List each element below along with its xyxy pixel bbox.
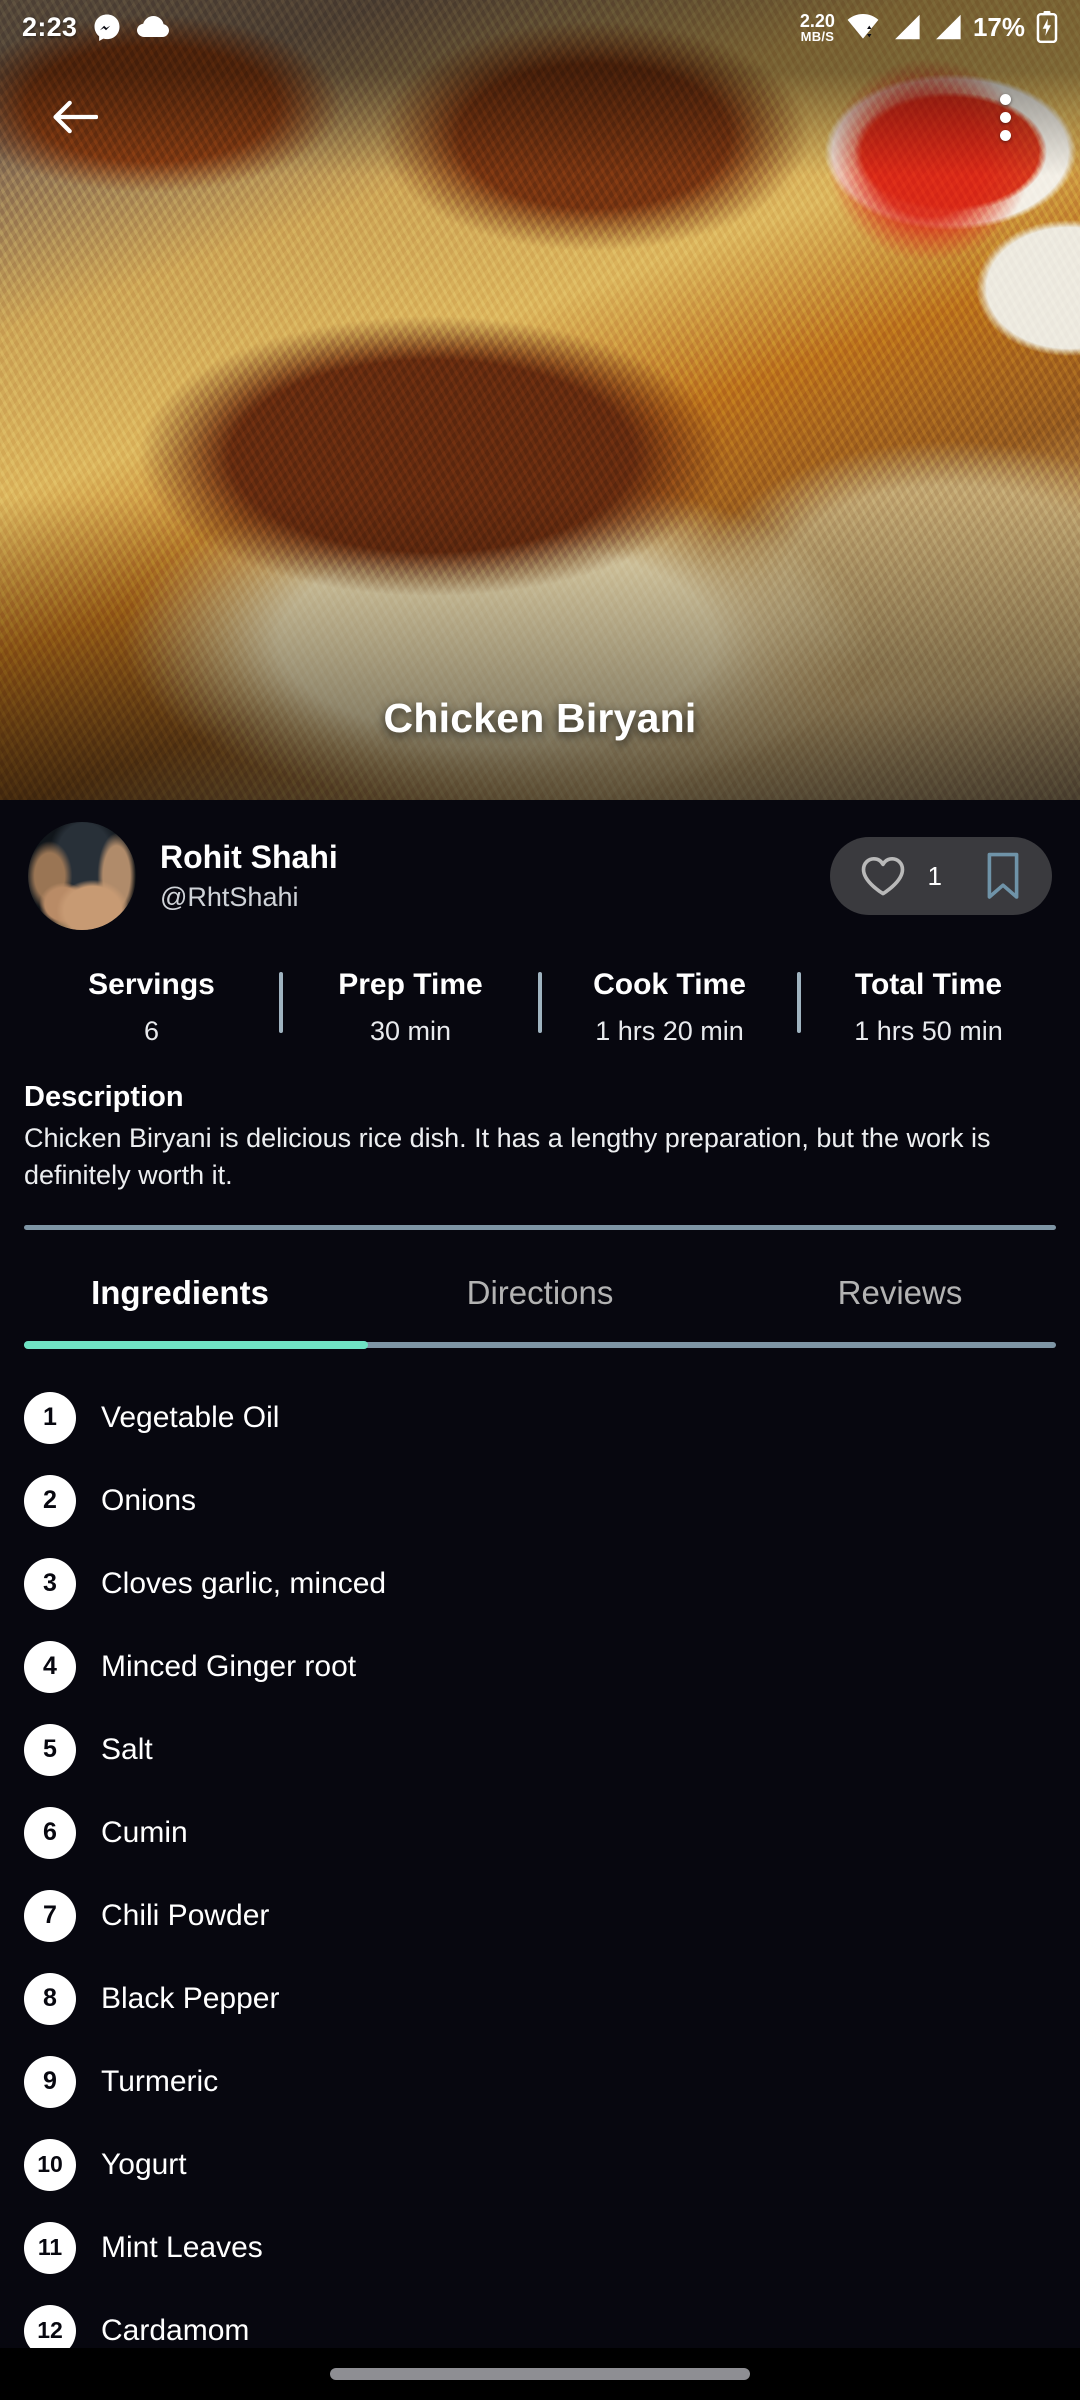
more-vertical-icon xyxy=(999,129,1011,141)
stat-value: 6 xyxy=(143,1016,160,1046)
ingredient-number: 7 xyxy=(24,1889,76,1942)
ingredient-name: Mint Leaves xyxy=(101,2230,263,2264)
ingredient-number: 4 xyxy=(24,1640,76,1693)
ingredient-name: Yogurt xyxy=(101,2147,187,2181)
author-meta: Rohit Shahi @RhtShahi xyxy=(160,839,338,913)
ingredient-number: 1 xyxy=(24,1391,76,1444)
ingredient-number: 6 xyxy=(24,1806,76,1859)
bookmark-outline-icon xyxy=(987,852,1019,899)
ingredient-name: Chili Powder xyxy=(101,1898,270,1932)
tab-bar: Ingredients Directions Reviews xyxy=(0,1238,1080,1342)
list-item[interactable]: 4 Minced Ginger root xyxy=(24,1625,1056,1708)
ingredient-name: Onions xyxy=(101,1483,197,1517)
ingredient-number: 5 xyxy=(24,1723,76,1776)
avatar[interactable] xyxy=(28,822,136,930)
tab-label: Ingredients xyxy=(91,1274,269,1312)
ingredient-name: Salt xyxy=(101,1732,153,1766)
description-heading: Description xyxy=(24,1081,184,1113)
status-bar: 2:23 2.20 MB/S 17% xyxy=(0,0,1080,54)
description-section: Description Chicken Biryani is delicious… xyxy=(0,1047,1080,1193)
recipe-content: Rohit Shahi @RhtShahi 1 Servings 6 Prep … xyxy=(0,800,1080,2357)
ingredient-name: Cardamom xyxy=(101,2313,250,2347)
list-item[interactable]: 2 Onions xyxy=(24,1459,1056,1542)
list-item[interactable]: 6 Cumin xyxy=(24,1791,1056,1874)
status-bar-right: 2.20 MB/S 17% xyxy=(800,11,1058,43)
list-item[interactable]: 9 Turmeric xyxy=(24,2040,1056,2123)
tab-ingredients[interactable]: Ingredients xyxy=(0,1238,360,1342)
tab-reviews[interactable]: Reviews xyxy=(720,1238,1080,1342)
ingredient-name: Cumin xyxy=(101,1815,188,1849)
list-item[interactable]: 3 Cloves garlic, minced xyxy=(24,1542,1056,1625)
ingredient-number: 10 xyxy=(24,2138,76,2191)
ingredient-number: 2 xyxy=(24,1474,76,1527)
description-body: Chicken Biryani is delicious rice dish. … xyxy=(24,1123,991,1190)
app-bar xyxy=(0,62,1080,172)
stat-servings: Servings 6 xyxy=(24,968,279,1047)
like-button[interactable]: 1 xyxy=(860,855,942,897)
recipe-detail-screen: Chicken Biryani 2:23 2.20 MB/S 17% Rohit… xyxy=(0,0,1080,2400)
stat-value: 1 hrs 20 min xyxy=(595,1016,744,1046)
stat-cook-time: Cook Time 1 hrs 20 min xyxy=(542,968,797,1047)
section-divider xyxy=(24,1225,1056,1231)
stat-prep-time: Prep Time 30 min xyxy=(283,968,538,1047)
ingredient-number: 11 xyxy=(24,2221,76,2274)
ingredient-name: Cloves garlic, minced xyxy=(101,1566,387,1600)
list-item[interactable]: 11 Mint Leaves xyxy=(24,2206,1056,2289)
signal-bars-icon xyxy=(895,14,920,40)
overflow-menu-button[interactable] xyxy=(974,86,1036,148)
stat-label: Total Time xyxy=(854,968,1003,1001)
stat-label: Prep Time xyxy=(338,968,483,1001)
battery-charging-icon xyxy=(1036,11,1058,43)
tab-label: Reviews xyxy=(837,1274,963,1312)
stat-label: Servings xyxy=(88,968,215,1001)
list-item[interactable]: 10 Yogurt xyxy=(24,2123,1056,2206)
ingredient-number: 9 xyxy=(24,2055,76,2108)
cloud-icon xyxy=(137,16,170,37)
tab-track xyxy=(24,1341,1056,1350)
tab-label: Directions xyxy=(466,1274,614,1312)
network-speed-value: 2.20 xyxy=(799,10,835,31)
stat-label: Cook Time xyxy=(593,968,746,1001)
ingredient-name: Black Pepper xyxy=(101,1981,280,2015)
tab-active-indicator xyxy=(24,1341,368,1350)
ingredient-number: 8 xyxy=(24,1972,76,2025)
arrow-back-icon xyxy=(53,100,98,134)
battery-percent-label: 17% xyxy=(972,11,1025,42)
ingredient-name: Vegetable Oil xyxy=(101,1400,280,1434)
list-item[interactable]: 5 Salt xyxy=(24,1708,1056,1791)
wifi-icon xyxy=(847,14,879,39)
recipe-title: Chicken Biryani xyxy=(383,695,697,741)
bookmark-button[interactable] xyxy=(984,852,1022,900)
list-item[interactable]: 7 Chili Powder xyxy=(24,1874,1056,1957)
messenger-icon xyxy=(94,14,120,41)
author-name: Rohit Shahi xyxy=(160,839,338,875)
stats-row: Servings 6 Prep Time 30 min Cook Time 1 … xyxy=(0,968,1080,1047)
ingredient-name: Turmeric xyxy=(101,2064,219,2098)
tab-directions[interactable]: Directions xyxy=(360,1238,720,1342)
like-count: 1 xyxy=(927,860,942,891)
back-button[interactable] xyxy=(44,86,106,148)
ingredient-name: Minced Ginger root xyxy=(101,1649,357,1683)
network-speed-unit: MB/S xyxy=(800,28,835,44)
author-row: Rohit Shahi @RhtShahi 1 xyxy=(0,800,1080,930)
system-navigation-bar xyxy=(0,2348,1080,2400)
heart-outline-icon xyxy=(861,857,904,896)
list-item[interactable]: 1 Vegetable Oil xyxy=(24,1376,1056,1459)
list-item[interactable]: 8 Black Pepper xyxy=(24,1957,1056,2040)
avatar-image xyxy=(28,822,136,930)
action-pill: 1 xyxy=(829,837,1052,915)
stat-total-time: Total Time 1 hrs 50 min xyxy=(801,968,1056,1047)
author-handle: @RhtShahi xyxy=(160,882,299,912)
network-speed-indicator: 2.20 MB/S xyxy=(800,12,835,43)
ingredients-list: 1 Vegetable Oil 2 Onions 3 Cloves garlic… xyxy=(0,1348,1080,2372)
home-gesture-pill[interactable] xyxy=(330,2368,750,2380)
stat-value: 30 min xyxy=(369,1016,452,1046)
status-bar-clock: 2:23 xyxy=(22,11,78,42)
more-vertical-icon xyxy=(999,93,1011,105)
status-bar-left: 2:23 xyxy=(22,11,170,43)
more-vertical-icon xyxy=(999,111,1011,123)
signal-bars-icon xyxy=(936,14,961,40)
ingredient-number: 3 xyxy=(24,1557,76,1610)
stat-value: 1 hrs 50 min xyxy=(854,1016,1003,1046)
